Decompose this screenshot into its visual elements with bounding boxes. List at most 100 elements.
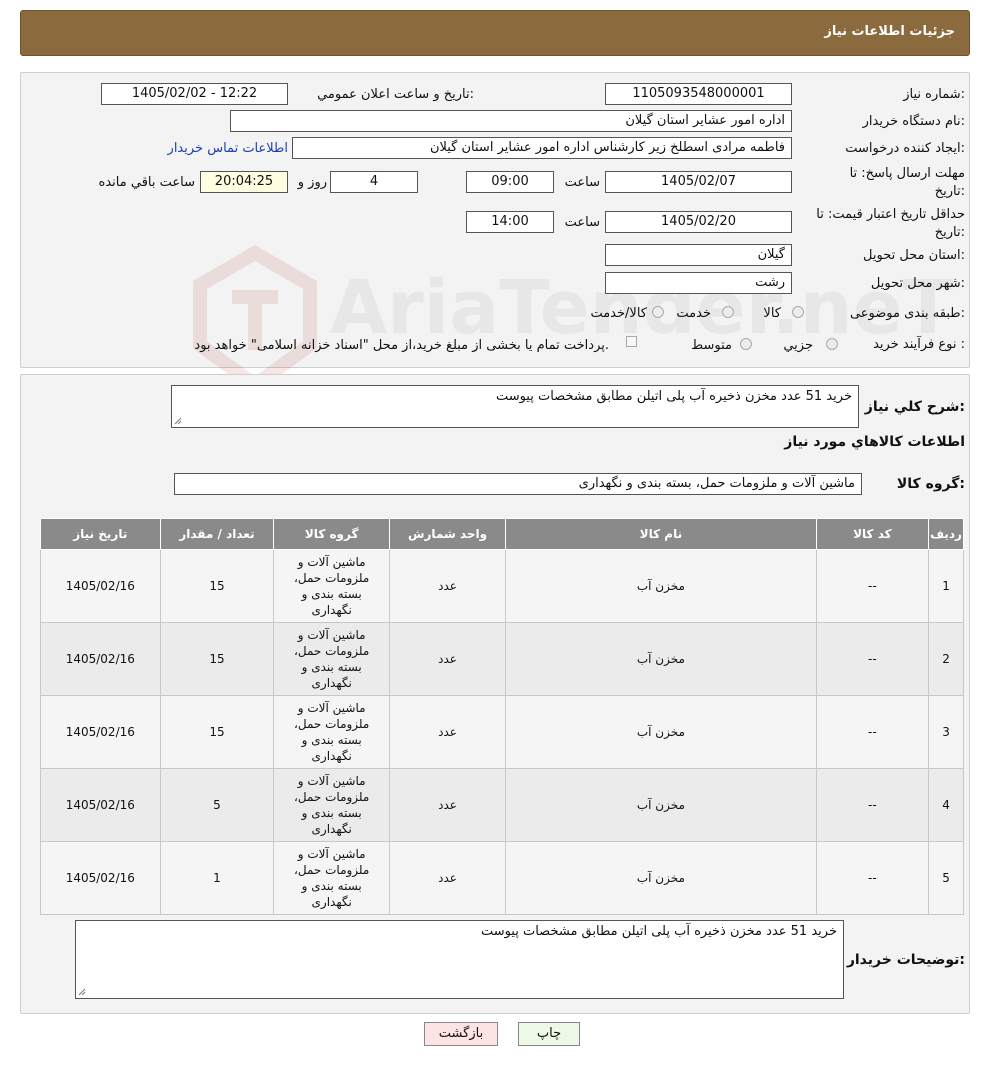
category-service-label: خدمت (676, 306, 711, 321)
category-goods-label: كالا (763, 306, 781, 321)
deadline-date-field: 1405/02/07 (605, 171, 792, 193)
goods-group: ماشين آلات و ملزومات حمل، بسته بندی و نگ… (273, 622, 391, 696)
category-goods-service-label: كالا/خدمت (590, 306, 647, 321)
province-field: گيلان (605, 244, 792, 266)
need-number-label: شماره نیاز: (903, 87, 965, 102)
need-date: 1405/02/16 (40, 768, 161, 842)
resize-handle-icon[interactable] (78, 988, 86, 996)
process-minor-radio[interactable] (826, 338, 838, 350)
city-field: رشت (605, 272, 792, 294)
unit: عدد (389, 841, 507, 915)
category-label: طبقه بندی موضوعی: (849, 306, 965, 321)
goods-table: رديف كد كالا نام كالا واحد شمارش گروه كا… (40, 518, 964, 915)
deadline-time-field: 09:00 (466, 171, 554, 193)
page-header: جزئیات اطلاعات نیاز (20, 10, 970, 56)
buyer-contact-link[interactable]: اطلاعات تماس خريدار (168, 141, 288, 156)
watermark: AriaTender.neT (190, 245, 953, 395)
validity-date-field: 1405/02/20 (605, 211, 792, 233)
description-textarea[interactable]: خريد 51 عدد مخزن ذخيره آب پلی اتيلن مطاب… (171, 385, 859, 428)
remaining-time-label: ساعت باقي مانده (98, 175, 195, 190)
goods-group-label: گروه كالا: (896, 476, 965, 492)
goods-group: ماشين آلات و ملزومات حمل، بسته بندی و نگ… (273, 841, 391, 915)
row-number: 3 (928, 695, 964, 769)
treasury-checkbox[interactable] (626, 336, 637, 347)
table-header-row: رديف كد كالا نام كالا واحد شمارش گروه كا… (40, 518, 964, 550)
need-date: 1405/02/16 (40, 695, 161, 769)
process-medium-label: متوسط (691, 338, 732, 353)
col-goods-name: نام كالا (505, 518, 817, 550)
goods-info-title: اطلاعات كالاهاي مورد نياز (784, 434, 965, 450)
validity-label: حداقل تاريخ اعتبار قيمت: تا (816, 207, 965, 222)
deadline-label: مهلت ارسال پاسخ: تا (849, 166, 965, 181)
need-date: 1405/02/16 (40, 841, 161, 915)
row-number: 4 (928, 768, 964, 842)
process-minor-label: جزيي (783, 338, 813, 353)
requester-field: فاطمه مرادی اسطلخ زیر کارشناس اداره امور… (292, 137, 792, 159)
unit: عدد (389, 622, 507, 696)
goods-group-field: ماشين آلات و ملزومات حمل، بسته بندی و نگ… (174, 473, 862, 495)
goods-group: ماشين آلات و ملزومات حمل، بسته بندی و نگ… (273, 768, 391, 842)
goods-group: ماشين آلات و ملزومات حمل، بسته بندی و نگ… (273, 695, 391, 769)
goods-code: -- (815, 768, 930, 842)
goods-name: مخزن آب (505, 841, 817, 915)
col-goods-group: گروه كالا (273, 518, 391, 550)
announce-date-label: تاریخ و ساعت اعلان عمومي: (317, 87, 474, 102)
process-medium-radio[interactable] (740, 338, 752, 350)
validity-time-label: ساعت (564, 215, 600, 230)
quantity: 15 (159, 695, 275, 769)
print-button[interactable]: چاپ (518, 1022, 580, 1046)
validity-label-date: تاريخ: (934, 225, 965, 240)
col-unit: واحد شمارش (389, 518, 507, 550)
buyer-org-field: اداره امور عشاير استان گيلان (230, 110, 792, 132)
need-number-field: 1105093548000001 (605, 83, 792, 105)
resize-handle-icon[interactable] (174, 417, 182, 425)
goods-code: -- (815, 695, 930, 769)
category-goods-service-radio[interactable] (652, 306, 664, 318)
goods-code: -- (815, 622, 930, 696)
buyer-org-label: نام دستگاه خريدار: (862, 114, 965, 129)
goods-name: مخزن آب (505, 622, 817, 696)
treasury-note: پرداخت تمام يا بخشی از مبلغ خريد،از محل … (194, 338, 609, 353)
province-label: استان محل تحويل: (863, 248, 965, 263)
row-number: 2 (928, 622, 964, 696)
col-goods-code: كد كالا (815, 518, 930, 550)
unit: عدد (389, 768, 507, 842)
quantity: 5 (159, 768, 275, 842)
goods-code: -- (815, 549, 930, 623)
unit: عدد (389, 549, 507, 623)
goods-group: ماشين آلات و ملزومات حمل، بسته بندی و نگ… (273, 549, 391, 623)
col-quantity: تعداد / مقدار (159, 518, 275, 550)
buyer-notes-textarea[interactable]: خريد 51 عدد مخزن ذخيره آب پلی اتيلن مطاب… (75, 920, 844, 999)
quantity: 1 (159, 841, 275, 915)
goods-name: مخزن آب (505, 549, 817, 623)
table-row: 4 -- مخزن آب عدد ماشين آلات و ملزومات حم… (40, 768, 964, 842)
table-row: 2 -- مخزن آب عدد ماشين آلات و ملزومات حم… (40, 622, 964, 696)
goods-code: -- (815, 841, 930, 915)
table-row: 3 -- مخزن آب عدد ماشين آلات و ملزومات حم… (40, 695, 964, 769)
need-date: 1405/02/16 (40, 622, 161, 696)
deadline-time-label: ساعت (564, 175, 600, 190)
back-button[interactable]: بازگشت (424, 1022, 498, 1046)
category-goods-radio[interactable] (792, 306, 804, 318)
table-row: 1 -- مخزن آب عدد ماشين آلات و ملزومات حم… (40, 549, 964, 623)
col-need-date: تاريخ نياز (40, 518, 161, 550)
deadline-label-date: تاريخ: (934, 184, 965, 199)
watermark-logo-icon (193, 245, 317, 394)
announce-date-field: 1405/02/02 - 12:22 (101, 83, 288, 105)
goods-name: مخزن آب (505, 768, 817, 842)
days-label: روز و (297, 175, 327, 190)
goods-name: مخزن آب (505, 695, 817, 769)
row-number: 1 (928, 549, 964, 623)
process-type-label: نوع فرآيند خريد : (873, 337, 965, 352)
need-date: 1405/02/16 (40, 549, 161, 623)
days-remaining-field: 4 (330, 171, 418, 193)
buyer-notes-label: توضيحات خريدار: (846, 952, 965, 968)
col-row-number: رديف (928, 518, 964, 550)
row-number: 5 (928, 841, 964, 915)
quantity: 15 (159, 549, 275, 623)
requester-label: ايجاد كننده درخواست: (845, 141, 965, 156)
description-label: شرح كلي نياز: (864, 399, 965, 415)
validity-time-field: 14:00 (466, 211, 554, 233)
unit: عدد (389, 695, 507, 769)
category-service-radio[interactable] (722, 306, 734, 318)
